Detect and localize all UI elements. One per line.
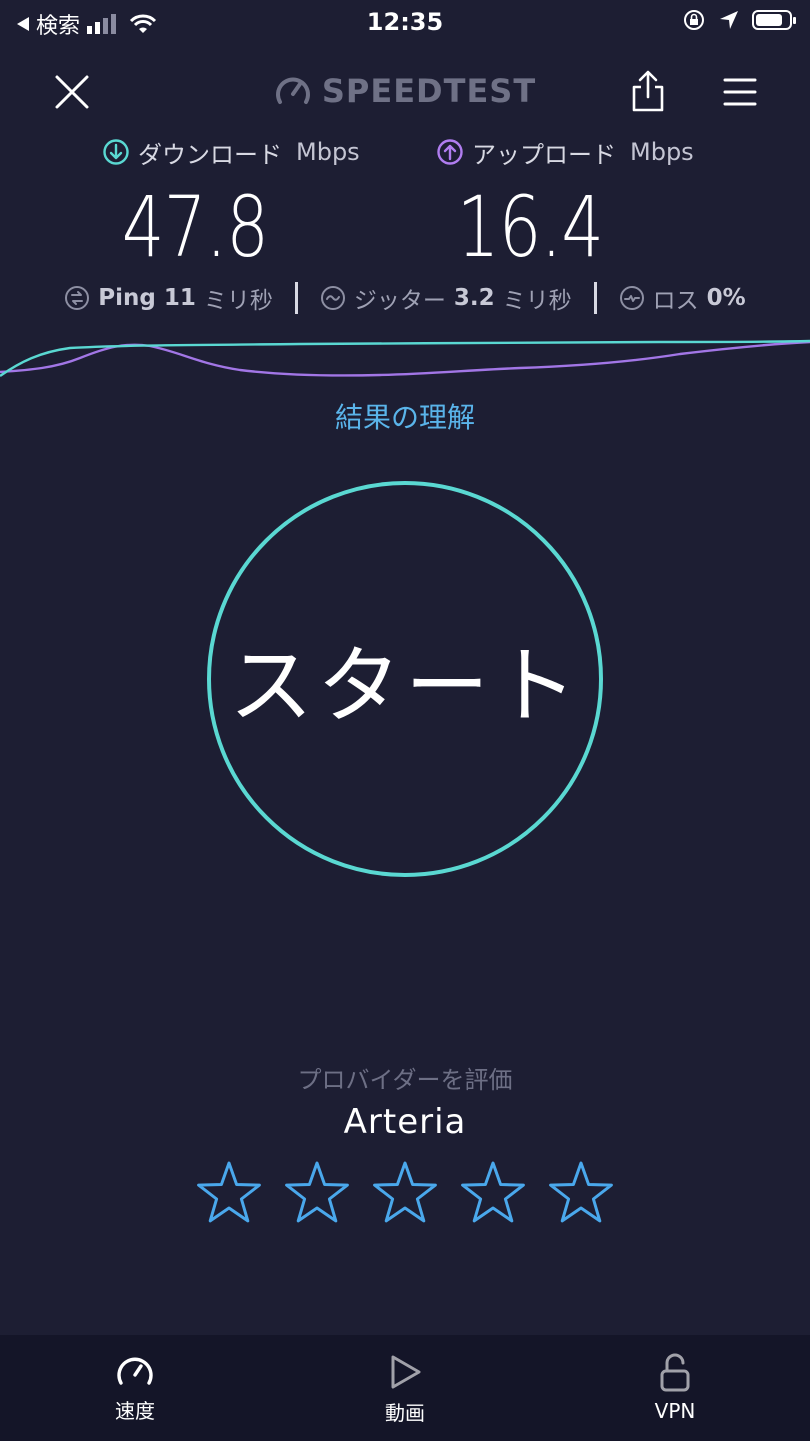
download-label: ダウンロード Mbps xyxy=(102,136,360,169)
tab-speed[interactable]: 速度 xyxy=(0,1335,270,1441)
start-label: スタート xyxy=(228,636,581,735)
jitter-unit: ミリ秒 xyxy=(502,288,572,314)
gauge-logo-icon xyxy=(275,77,310,104)
ping-unit: ミリ秒 xyxy=(203,288,273,314)
download-arrow-icon xyxy=(103,139,129,165)
ping-value: 11 xyxy=(163,285,196,311)
battery-icon xyxy=(752,10,796,30)
status-bar: 検索 12:35 xyxy=(0,0,810,48)
share-button[interactable] xyxy=(626,68,670,114)
rotation-lock-icon xyxy=(684,10,704,30)
download-label-text: ダウンロード xyxy=(138,140,282,169)
ping-icon xyxy=(65,286,90,310)
star-icon[interactable] xyxy=(194,1158,264,1230)
menu-button[interactable] xyxy=(718,72,762,112)
star-icon[interactable] xyxy=(370,1158,440,1230)
speed-graph xyxy=(0,339,810,377)
gauge-icon xyxy=(117,1357,153,1385)
star-icon[interactable] xyxy=(282,1158,352,1230)
loss-label: ロス xyxy=(652,288,699,314)
tab-video[interactable]: 動画 xyxy=(270,1335,540,1441)
tab-bar: 速度 動画 VPN xyxy=(0,1335,810,1441)
rating-stars xyxy=(0,1158,810,1230)
download-value: 47.8 xyxy=(121,178,269,276)
jitter-label: ジッター xyxy=(353,288,446,314)
lock-icon xyxy=(660,1353,690,1392)
loss-icon xyxy=(619,286,644,310)
speedtest-logo: SPEEDTEST xyxy=(0,72,810,110)
loss-value: 0% xyxy=(706,285,746,311)
location-arrow-icon xyxy=(720,11,738,29)
menu-icon xyxy=(723,78,757,106)
status-right-icons xyxy=(682,8,796,32)
understand-results-link[interactable]: 結果の理解 xyxy=(0,396,810,436)
brand-text: SPEEDTEST xyxy=(321,72,537,110)
play-icon xyxy=(391,1355,421,1389)
tab-vpn-label: VPN xyxy=(654,1399,696,1423)
upload-unit: Mbps xyxy=(630,138,694,166)
jitter-stat: ジッター 3.2 ミリ秒 xyxy=(298,281,594,315)
star-icon[interactable] xyxy=(458,1158,528,1230)
download-unit: Mbps xyxy=(296,138,360,166)
upload-label-text: アップロード xyxy=(472,140,616,169)
star-icon[interactable] xyxy=(546,1158,616,1230)
jitter-value: 3.2 xyxy=(453,285,495,311)
loss-stat: ロス 0% xyxy=(597,281,768,315)
share-icon xyxy=(632,70,664,112)
tab-video-label: 動画 xyxy=(385,1401,425,1425)
start-button[interactable]: スタート xyxy=(207,481,603,877)
rate-provider-prompt: プロバイダーを評価 xyxy=(297,1066,513,1094)
provider-name: Arteria xyxy=(343,1102,467,1142)
upload-value: 16.4 xyxy=(456,178,604,276)
upload-arrow-icon xyxy=(437,139,463,165)
ping-stat: Ping 11 ミリ秒 xyxy=(42,281,295,315)
stats-row: Ping 11 ミリ秒 ジッター 3.2 ミリ秒 ロス 0% xyxy=(0,278,810,318)
jitter-icon xyxy=(320,286,345,310)
tab-vpn[interactable]: VPN xyxy=(540,1335,810,1441)
upload-label: アップロード Mbps xyxy=(436,136,694,169)
download-speed-line xyxy=(0,339,810,377)
ping-label: Ping xyxy=(98,285,156,311)
tab-speed-label: 速度 xyxy=(115,1399,155,1423)
